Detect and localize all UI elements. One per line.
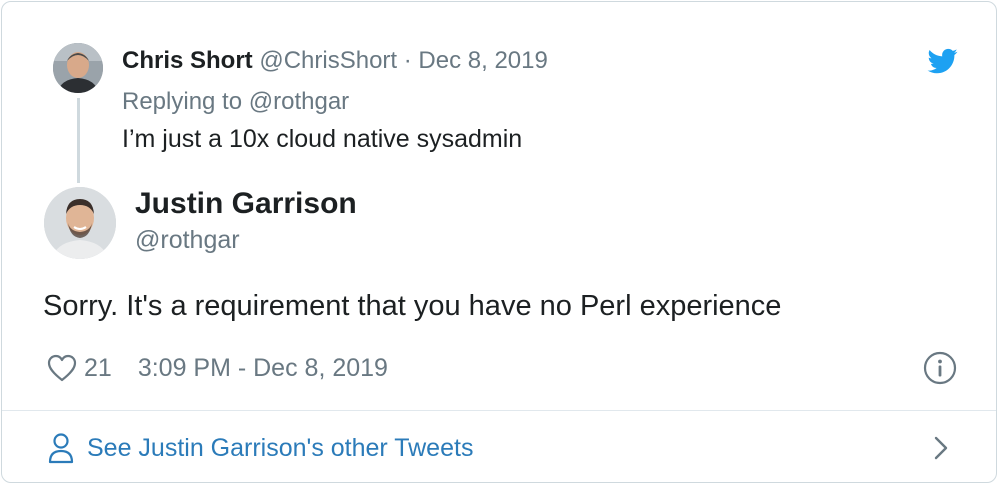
author-avatar-image [44, 187, 116, 259]
author-name[interactable]: Justin Garrison [135, 186, 357, 222]
author-handle[interactable]: @rothgar [135, 224, 240, 256]
info-icon[interactable] [923, 351, 957, 385]
chevron-right-icon[interactable] [930, 435, 952, 461]
parent-tweet-date[interactable]: Dec 8, 2019 [418, 47, 547, 74]
see-other-tweets-link[interactable]: See Justin Garrison's other Tweets [47, 430, 473, 466]
tweet-actions: 21 3:09 PM - Dec 8, 2019 [46, 351, 388, 385]
parent-tweet-text: I’m just a 10x cloud native sysadmin [122, 125, 523, 153]
tweet-text: Sorry. It's a requirement that you have … [43, 290, 782, 322]
twitter-bird-icon[interactable] [926, 46, 960, 76]
thread-connector-line [77, 98, 80, 183]
replying-to-handle[interactable]: @rothgar [249, 88, 349, 115]
heart-icon[interactable] [46, 353, 78, 383]
parent-meta-separator: · [397, 47, 419, 74]
parent-author-handle[interactable]: @ChrisShort [259, 47, 397, 74]
replying-to-line: Replying to @rothgar [122, 87, 349, 117]
author-avatar[interactable] [44, 187, 116, 259]
parent-author-name[interactable]: Chris Short [122, 47, 253, 74]
parent-avatar-image [53, 43, 103, 93]
tweet-timestamp[interactable]: 3:09 PM - Dec 8, 2019 [138, 354, 388, 383]
like-count[interactable]: 21 [84, 354, 112, 383]
parent-tweet-header: Chris Short @ChrisShort · Dec 8, 2019 [122, 46, 548, 76]
replying-to-label: Replying to [122, 88, 249, 115]
parent-avatar[interactable] [53, 43, 103, 93]
see-other-tweets-label[interactable]: See Justin Garrison's other Tweets [87, 434, 473, 463]
footer-divider [2, 410, 996, 411]
embedded-tweet-card: Chris Short @ChrisShort · Dec 8, 2019 Re… [1, 1, 997, 483]
person-icon [48, 433, 74, 464]
